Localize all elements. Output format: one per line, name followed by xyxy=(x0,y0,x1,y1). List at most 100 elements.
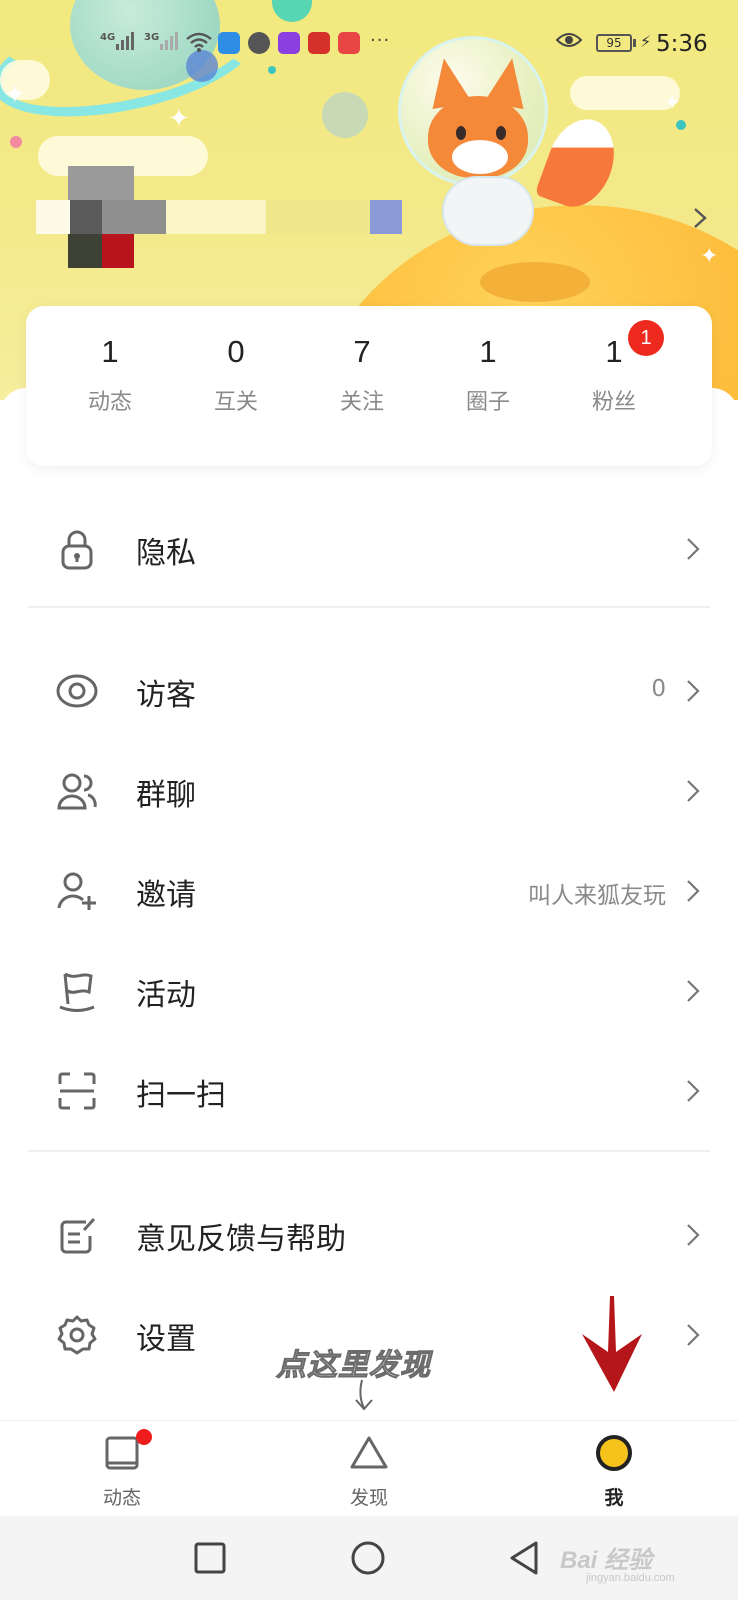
flag-icon xyxy=(59,972,95,1012)
stat-value: 1 xyxy=(101,334,119,369)
message-icon xyxy=(278,32,300,54)
circle-icon xyxy=(596,1435,632,1471)
signal-icon xyxy=(160,32,178,50)
menu-label: 邀请 xyxy=(136,878,196,913)
eye-icon xyxy=(56,674,98,708)
decor-dot xyxy=(272,0,312,22)
more-notifications: ··· xyxy=(370,30,391,51)
stat-label: 圈子 xyxy=(465,390,510,415)
chevron-right-icon xyxy=(687,980,700,1002)
tab-label: 动态 xyxy=(102,1487,141,1509)
scan-icon xyxy=(58,1072,96,1110)
sparkle-icon: ✦ xyxy=(700,244,719,269)
tab-me[interactable]: 我 xyxy=(544,1421,684,1517)
stat-following[interactable]: 7 关注 xyxy=(298,334,426,416)
chevron-right-icon xyxy=(687,880,700,902)
menu-value: 0 xyxy=(651,676,666,702)
menu-label: 设置 xyxy=(136,1322,196,1357)
menu-value: 叫人来狐友玩 xyxy=(528,883,666,909)
stat-label: 动态 xyxy=(87,390,132,415)
status-bar: 4G 3G ··· 95 ⚡ 5:36 xyxy=(0,26,738,62)
system-nav-bar: Bai 经验 jingyan.baidu.com xyxy=(0,1516,738,1600)
menu-label: 活动 xyxy=(136,978,196,1013)
menu-item-group-chat[interactable]: 群聊 xyxy=(28,750,710,830)
stat-value: 0 xyxy=(227,334,245,369)
tab-feed[interactable]: 动态 xyxy=(52,1421,192,1517)
eye-icon xyxy=(556,33,582,47)
stat-circles[interactable]: 1 圈子 xyxy=(424,334,552,416)
sparkle-icon: ✦ xyxy=(664,90,681,114)
menu-item-invite[interactable]: 邀请 叫人来狐友玩 xyxy=(28,850,710,930)
charging-icon: ⚡ xyxy=(640,32,652,51)
battery-tip xyxy=(633,39,636,47)
add-user-icon xyxy=(57,872,96,910)
decor-dot xyxy=(10,136,22,148)
home-button[interactable] xyxy=(348,1538,388,1578)
red-arrow-icon xyxy=(582,1296,642,1392)
menu-item-events[interactable]: 活动 xyxy=(28,950,710,1030)
lock-icon xyxy=(61,530,93,570)
signal-icon xyxy=(116,32,134,50)
small-planet-illustration xyxy=(322,92,368,138)
menu-item-privacy[interactable]: 隐私 xyxy=(28,508,710,588)
menu-label: 访客 xyxy=(136,678,196,713)
fox-eye xyxy=(496,126,506,140)
menu-label: 隐私 xyxy=(136,536,196,571)
menu-item-feedback[interactable]: 意见反馈与帮助 xyxy=(28,1194,710,1274)
hotspot-icon xyxy=(218,32,240,54)
stat-value: 7 xyxy=(353,334,371,369)
tab-label: 发现 xyxy=(349,1487,388,1509)
fox-spacesuit xyxy=(442,176,534,246)
battery-icon: 95 xyxy=(596,34,632,52)
network-type-1: 4G xyxy=(100,32,116,43)
moon-crater xyxy=(480,262,590,302)
chevron-right-icon xyxy=(687,1224,700,1246)
gear-icon xyxy=(57,1315,97,1355)
stat-value: 1 xyxy=(479,334,497,369)
network-type-2: 3G xyxy=(144,32,160,43)
stats-card: 1 动态 0 互关 7 关注 1 圈子 1 粉丝 1 xyxy=(26,306,712,466)
stat-followers[interactable]: 1 粉丝 1 xyxy=(550,320,678,416)
sparkle-icon: ✦ xyxy=(4,80,26,110)
menu-label: 扫一扫 xyxy=(136,1078,226,1113)
stat-label: 互关 xyxy=(213,390,258,415)
back-button[interactable] xyxy=(504,1538,544,1578)
feedback-icon xyxy=(60,1217,96,1254)
stat-mutual[interactable]: 0 互关 xyxy=(172,334,300,416)
chevron-right-icon xyxy=(687,538,700,560)
chevron-right-icon xyxy=(687,1080,700,1102)
tab-discover[interactable]: 发现 xyxy=(299,1421,439,1517)
decor-dot xyxy=(676,120,686,130)
fox-muzzle xyxy=(452,140,508,174)
menu-label: 群聊 xyxy=(136,778,196,813)
group-icon xyxy=(57,773,97,810)
followers-badge: 1 xyxy=(628,320,664,356)
stat-label: 关注 xyxy=(339,390,384,415)
watermark-url: jingyan.baidu.com xyxy=(586,1572,675,1584)
triangle-icon xyxy=(350,1436,388,1469)
fox-eye xyxy=(456,126,466,140)
chat-icon xyxy=(248,32,270,54)
chevron-right-icon xyxy=(687,680,700,702)
decor-dot xyxy=(268,66,276,74)
stat-posts[interactable]: 1 动态 xyxy=(46,334,174,416)
hint-arrow-icon xyxy=(355,1379,373,1411)
tab-label: 我 xyxy=(604,1487,624,1509)
sparkle-icon: ✦ xyxy=(168,104,190,134)
watermark-logo: Bai 经验 xyxy=(560,1547,653,1574)
chevron-right-icon xyxy=(687,1324,700,1346)
recent-apps-button[interactable] xyxy=(190,1538,230,1578)
notification-dot xyxy=(136,1429,152,1445)
menu-item-scan[interactable]: 扫一扫 xyxy=(28,1050,710,1130)
app-icon xyxy=(308,32,330,54)
divider xyxy=(28,1150,710,1152)
menu-label: 意见反馈与帮助 xyxy=(136,1222,346,1257)
huawei-icon xyxy=(338,32,360,54)
divider xyxy=(28,606,710,608)
chevron-right-icon xyxy=(687,780,700,802)
wifi-icon xyxy=(186,32,212,52)
fox-tail xyxy=(534,109,626,217)
profile-chevron-icon[interactable] xyxy=(688,206,712,230)
stat-label: 粉丝 xyxy=(591,390,636,415)
menu-item-visitors[interactable]: 访客 0 xyxy=(28,650,710,730)
